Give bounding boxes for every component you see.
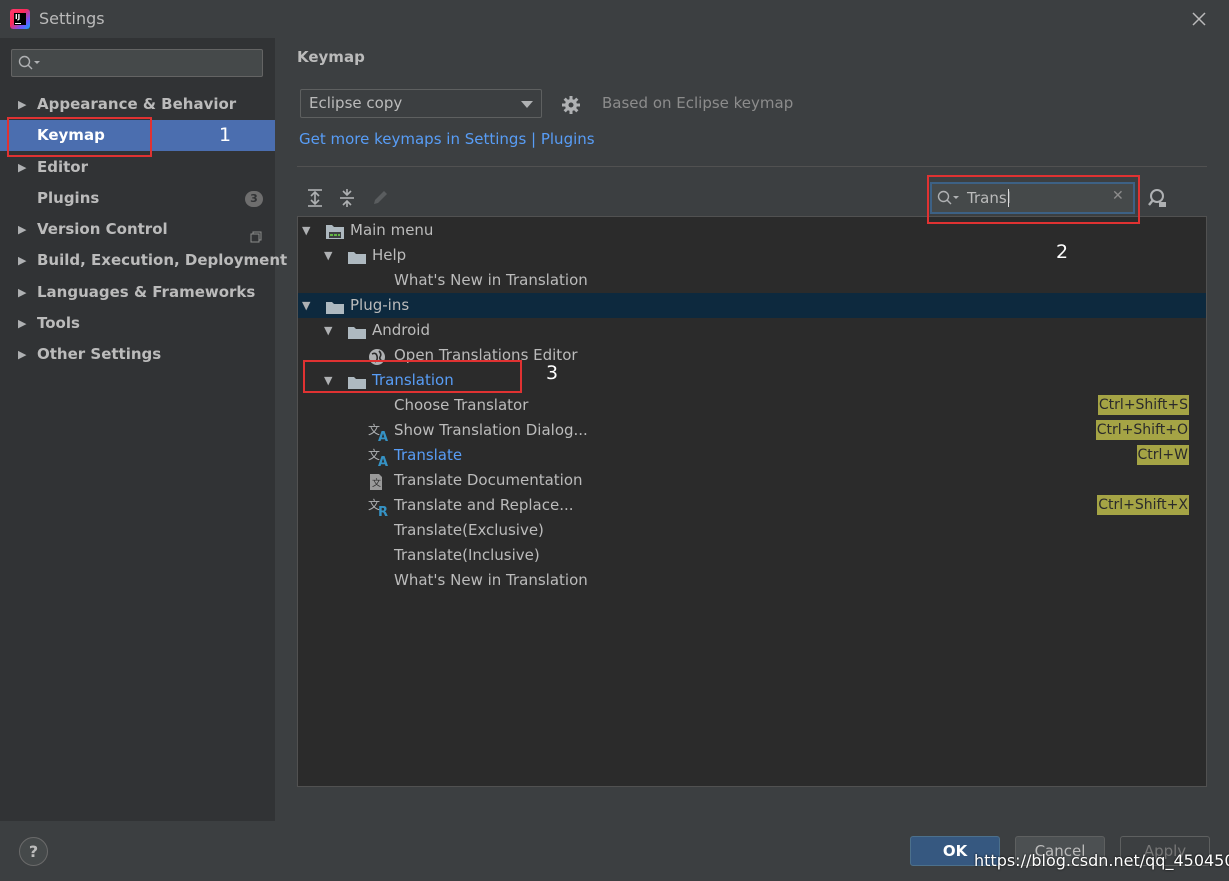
annotation-box-translation [303, 360, 522, 393]
keymap-action-tree[interactable]: ▼ Main menu ▼ Help What's New in Translation… [297, 216, 1207, 787]
sidebar-item-label: Tools [37, 314, 80, 332]
tree-row-label: Help [372, 246, 407, 264]
tree-row-translate-inclusive[interactable]: Translate(Inclusive) [298, 543, 1206, 568]
sidebar-item-version-control[interactable]: ▶ Version Control [0, 214, 275, 245]
tree-row-plug-ins[interactable]: ▼ Plug-ins [298, 293, 1206, 318]
tree-row-label: Android [372, 321, 430, 339]
sidebar-item-label: Plugins [37, 189, 100, 207]
tree-row-label: Translate(Inclusive) [394, 546, 540, 564]
tree-row-label: Choose Translator [394, 396, 529, 414]
annotation-label-1: 1 [219, 124, 232, 146]
expand-arrow-icon[interactable]: ▼ [324, 318, 332, 343]
tree-row-show-translation-dialog[interactable]: 文 A Show Translation Dialog... Ctrl+Shift+O [298, 418, 1206, 445]
svg-text:文: 文 [372, 477, 381, 489]
tree-row-android[interactable]: ▼ Android [298, 318, 1206, 343]
sidebar-item-appearance-behavior[interactable]: ▶ Appearance & Behavior [0, 89, 275, 120]
tree-row-label: Translate [394, 446, 463, 464]
tree-row-what-s-new-in-translation[interactable]: What's New in Translation [298, 268, 1206, 293]
sidebar-item-label: Other Settings [37, 345, 162, 363]
intellij-logo-icon: IJ [10, 9, 30, 29]
title-bar [0, 0, 1229, 38]
tree-row-translate-and-replace[interactable]: 文 R Translate and Replace... Ctrl+Shift+X [298, 493, 1206, 520]
tree-row-translate[interactable]: 文 A Translate Ctrl+W [298, 443, 1206, 470]
tree-row-label: What's New in Translation [394, 571, 588, 589]
sidebar-item-languages-frameworks[interactable]: ▶ Languages & Frameworks [0, 277, 275, 308]
section-title: Keymap [297, 48, 365, 66]
expand-arrow-icon[interactable]: ▼ [302, 293, 310, 318]
sidebar-item-tools[interactable]: ▶ Tools [0, 308, 275, 339]
expand-arrow-icon[interactable]: ▶ [18, 245, 26, 276]
keymap-dropdown-value: Eclipse copy [309, 94, 403, 112]
search-icon [18, 55, 40, 70]
expand-arrow-icon[interactable]: ▶ [18, 339, 26, 370]
svg-text:A: A [378, 455, 388, 466]
divider [297, 166, 1207, 167]
based-on-text: Based on Eclipse keymap [602, 94, 794, 112]
tree-row-help[interactable]: ▼ Help [298, 243, 1206, 268]
keymap-dropdown[interactable]: Eclipse copy [300, 89, 542, 118]
sidebar-item-build-execution-deployment[interactable]: ▶ Build, Execution, Deployment [0, 245, 287, 276]
sidebar-item-other-settings[interactable]: ▶ Other Settings [0, 339, 275, 370]
tree-row-label: Main menu [350, 221, 434, 239]
svg-text:A: A [378, 430, 388, 441]
svg-text:R: R [378, 505, 388, 516]
tree-row-label: Show Translation Dialog... [394, 421, 588, 439]
tree-row-label: Translate(Exclusive) [394, 521, 544, 539]
shortcut-badge: Ctrl+Shift+S [1097, 395, 1189, 415]
window-title: Settings [39, 9, 105, 28]
annotation-label-3: 3 [546, 362, 559, 384]
chevron-down-icon [521, 101, 533, 108]
tree-row-label: Plug-ins [350, 296, 410, 314]
update-count-badge: 3 [245, 191, 263, 207]
shortcut-badge: Ctrl+Shift+X [1097, 495, 1189, 515]
tree-row-label: Translate and Replace... [394, 496, 574, 514]
annotation-box-keymap [7, 117, 152, 157]
shortcut-badge: Ctrl+Shift+O [1095, 420, 1189, 440]
sidebar-item-label: Build, Execution, Deployment [37, 251, 288, 269]
sidebar-item-label: Languages & Frameworks [37, 283, 256, 301]
edit-shortcut-icon[interactable] [371, 188, 389, 212]
help-button[interactable]: ? [19, 837, 48, 866]
annotation-label-2: 2 [1056, 241, 1069, 263]
watermark-text: https://blog.csdn.net/qq_45045083 [974, 851, 1229, 870]
tree-row-translate-exclusive[interactable]: Translate(Exclusive) [298, 518, 1206, 543]
expand-arrow-icon[interactable]: ▼ [324, 243, 332, 268]
more-keymaps-link[interactable]: Get more keymaps in Settings | Plugins [299, 130, 595, 148]
expand-arrow-icon[interactable]: ▼ [302, 218, 310, 243]
sidebar-item-label: Appearance & Behavior [37, 95, 237, 113]
expand-arrow-icon[interactable]: ▶ [18, 277, 26, 308]
tree-row-label: What's New in Translation [394, 271, 588, 289]
expand-arrow-icon[interactable]: ▶ [18, 89, 26, 120]
tree-row-what-s-new-in-translation[interactable]: What's New in Translation [298, 568, 1206, 593]
annotation-box-search [927, 175, 1140, 224]
close-icon[interactable] [1188, 8, 1210, 30]
sidebar-item-plugins[interactable]: Plugins 3 [0, 183, 275, 214]
tree-row-label: Translate Documentation [394, 471, 583, 489]
expand-arrow-icon[interactable]: ▶ [18, 214, 26, 245]
expand-all-icon[interactable] [306, 188, 324, 212]
tree-row-translate-documentation[interactable]: 文 Translate Documentation [298, 468, 1206, 493]
sidebar-item-label: Version Control [37, 220, 168, 238]
shortcut-badge: Ctrl+W [1136, 445, 1189, 465]
collapse-all-icon[interactable] [338, 188, 356, 212]
tree-row-choose-translator[interactable]: Choose Translator Ctrl+Shift+S [298, 393, 1206, 418]
expand-arrow-icon[interactable]: ▶ [18, 308, 26, 339]
sidebar-search-input[interactable] [11, 49, 263, 77]
find-by-shortcut-icon[interactable] [1146, 187, 1168, 213]
gear-icon[interactable] [561, 95, 581, 119]
